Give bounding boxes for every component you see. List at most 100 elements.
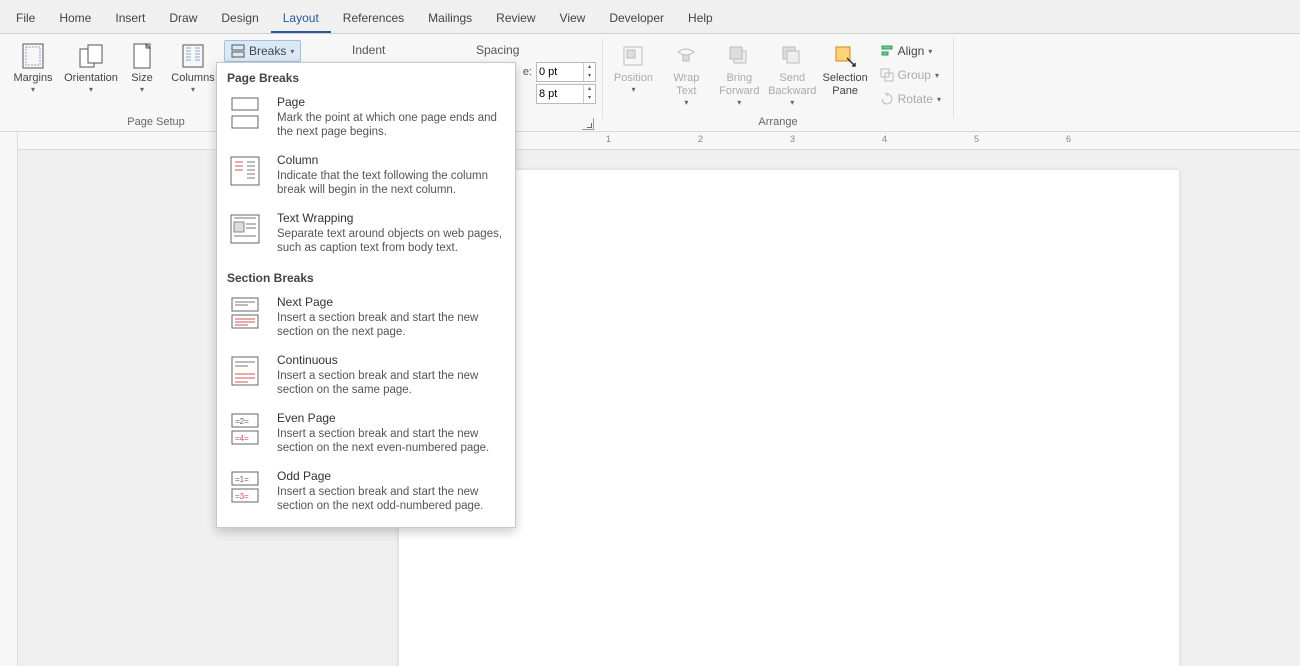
rotate-button[interactable]: Rotate▾ <box>874 88 947 110</box>
spin-down-icon[interactable]: ▾ <box>584 94 595 103</box>
document-page[interactable] <box>399 170 1179 666</box>
breaks-menu: Page Breaks Page Mark the point at which… <box>216 62 516 528</box>
chevron-down-icon: ▾ <box>631 85 635 94</box>
svg-text:=3=: =3= <box>235 492 249 501</box>
menu-item-title: Column <box>277 153 505 167</box>
menu-item-page[interactable]: Page Mark the point at which one page en… <box>217 89 515 147</box>
spin-down-icon[interactable]: ▾ <box>584 72 595 81</box>
menu-item-next-page[interactable]: Next Page Insert a section break and sta… <box>217 289 515 347</box>
position-icon <box>619 42 647 70</box>
tab-references[interactable]: References <box>331 3 416 33</box>
menu-item-desc: Indicate that the text following the col… <box>277 169 505 197</box>
tab-help[interactable]: Help <box>676 3 725 33</box>
chevron-down-icon: ▾ <box>290 47 294 56</box>
spacing-after-spinner[interactable]: ▴▾ <box>536 84 596 104</box>
chevron-down-icon: ▾ <box>737 98 741 107</box>
menu-item-continuous[interactable]: Continuous Insert a section break and st… <box>217 347 515 405</box>
group-button[interactable]: Group▾ <box>874 64 947 86</box>
chevron-down-icon: ▾ <box>89 85 93 94</box>
next-page-break-icon <box>227 295 263 331</box>
tab-home[interactable]: Home <box>47 3 103 33</box>
even-page-break-icon: =2==4= <box>227 411 263 447</box>
ruler-tick: 5 <box>974 134 979 144</box>
tab-file[interactable]: File <box>4 3 47 33</box>
page-scroll[interactable] <box>18 150 1300 666</box>
group-separator <box>953 38 954 118</box>
menu-item-column[interactable]: Column Indicate that the text following … <box>217 147 515 205</box>
horizontal-ruler: 123456 <box>18 132 1300 150</box>
wrap-text-label: Wrap Text <box>662 72 711 98</box>
text-wrapping-break-icon <box>227 211 263 247</box>
chevron-down-icon: ▾ <box>790 98 794 107</box>
tab-draw[interactable]: Draw <box>157 3 209 33</box>
tab-design[interactable]: Design <box>209 3 270 33</box>
dialog-launcher-icon[interactable] <box>582 118 594 130</box>
menu-item-title: Even Page <box>277 411 505 425</box>
orientation-label: Orientation <box>64 72 118 85</box>
tab-layout[interactable]: Layout <box>271 3 331 33</box>
tab-insert[interactable]: Insert <box>103 3 157 33</box>
menu-item-title: Next Page <box>277 295 505 309</box>
wrap-text-button[interactable]: Wrap Text▾ <box>662 40 711 109</box>
spin-up-icon[interactable]: ▴ <box>584 63 595 72</box>
spin-up-icon[interactable]: ▴ <box>584 85 595 94</box>
rotate-icon <box>880 92 894 106</box>
vertical-ruler <box>0 132 18 666</box>
column-break-icon <box>227 153 263 189</box>
page-setup-label-text: Page Setup <box>127 116 185 128</box>
columns-button[interactable]: Columns ▾ <box>166 40 220 96</box>
menu-item-title: Text Wrapping <box>277 211 505 225</box>
align-icon <box>880 44 894 58</box>
send-backward-icon <box>778 42 806 70</box>
breaks-label: Breaks <box>249 44 286 58</box>
orientation-button[interactable]: Orientation ▾ <box>64 40 118 96</box>
tab-mailings[interactable]: Mailings <box>416 3 484 33</box>
tab-developer[interactable]: Developer <box>597 3 676 33</box>
ruler-tick: 2 <box>698 134 703 144</box>
menu-item-desc: Insert a section break and start the new… <box>277 369 505 397</box>
tab-view[interactable]: View <box>548 3 598 33</box>
chevron-down-icon: ▾ <box>140 85 144 94</box>
svg-text:=1=: =1= <box>235 475 249 484</box>
send-backward-button[interactable]: Send Backward▾ <box>768 40 817 109</box>
chevron-down-icon: ▾ <box>935 71 939 80</box>
size-button[interactable]: Size ▾ <box>122 40 162 96</box>
wrap-text-icon <box>672 42 700 70</box>
align-button[interactable]: Align▾ <box>874 40 947 62</box>
chevron-down-icon: ▾ <box>684 98 688 107</box>
menu-item-desc: Insert a section break and start the new… <box>277 485 505 513</box>
send-backward-label: Send Backward <box>768 72 817 98</box>
menu-item-desc: Mark the point at which one page ends an… <box>277 111 505 139</box>
size-label: Size <box>131 72 152 85</box>
menu-item-text-wrapping[interactable]: Text Wrapping Separate text around objec… <box>217 205 515 263</box>
position-button[interactable]: Position▾ <box>609 40 658 96</box>
spacing-before-input[interactable] <box>537 66 577 78</box>
bring-forward-button[interactable]: Bring Forward▾ <box>715 40 764 109</box>
continuous-break-icon <box>227 353 263 389</box>
menu-item-title: Odd Page <box>277 469 505 483</box>
bring-forward-label: Bring Forward <box>715 72 764 98</box>
tab-review[interactable]: Review <box>484 3 547 33</box>
ruler-tick: 1 <box>606 134 611 144</box>
menu-item-even-page[interactable]: =2==4= Even Page Insert a section break … <box>217 405 515 463</box>
svg-text:=2=: =2= <box>235 417 249 426</box>
breaks-button[interactable]: Breaks ▾ <box>224 40 301 62</box>
chevron-down-icon: ▾ <box>937 95 941 104</box>
position-label: Position <box>614 72 653 85</box>
page-break-icon <box>227 95 263 131</box>
selection-pane-label: Selection Pane <box>821 72 870 98</box>
chevron-down-icon: ▾ <box>928 47 932 56</box>
columns-label: Columns <box>171 72 214 85</box>
selection-pane-icon <box>831 42 859 70</box>
ruler-tick: 3 <box>790 134 795 144</box>
size-icon <box>128 42 156 70</box>
menu-item-odd-page[interactable]: =1= =3= Odd Page Insert a section break a… <box>217 463 515 521</box>
spacing-before-spinner[interactable]: ▴▾ <box>536 62 596 82</box>
margins-button[interactable]: Margins ▾ <box>6 40 60 96</box>
spacing-after-input[interactable] <box>537 88 577 100</box>
odd-page-break-icon: =1= =3= <box>227 469 263 505</box>
menu-heading-page-breaks: Page Breaks <box>217 63 515 89</box>
selection-pane-button[interactable]: Selection Pane <box>821 40 870 100</box>
spacing-header: Spacing <box>472 40 596 57</box>
menu-item-desc: Insert a section break and start the new… <box>277 311 505 339</box>
